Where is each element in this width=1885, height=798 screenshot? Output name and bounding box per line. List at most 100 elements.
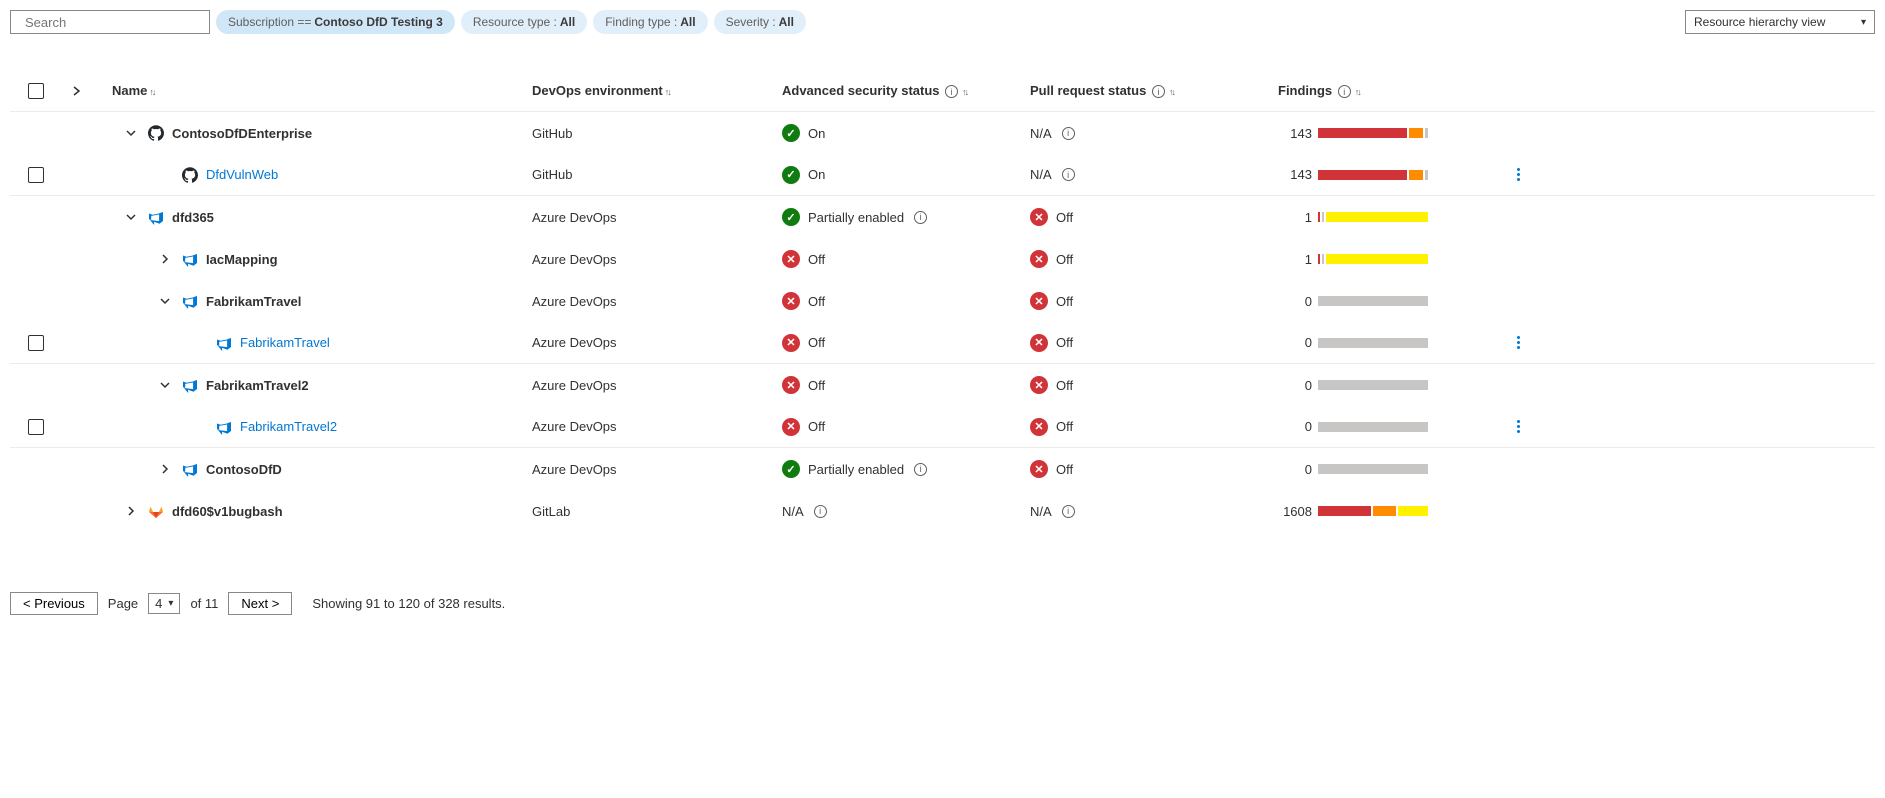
findings-count: 0 (1278, 294, 1312, 309)
sort-icon: ↑↓ (1355, 87, 1360, 97)
chevron-down-icon[interactable] (122, 124, 140, 142)
pagination-bar: < Previous Page 4 ▾ of 11 Next > Showing… (10, 582, 1875, 615)
chevron-right-icon[interactable] (156, 250, 174, 268)
more-menu-icon[interactable] (1510, 336, 1526, 349)
ado-icon (182, 251, 198, 267)
status-text: N/A (1030, 504, 1052, 519)
status-text: Partially enabled (808, 210, 904, 225)
view-selector[interactable]: Resource hierarchy view ▾ (1685, 10, 1875, 34)
more-menu-icon[interactable] (1510, 168, 1526, 181)
ado-icon (182, 461, 198, 477)
findings-count: 1 (1278, 210, 1312, 225)
info-icon[interactable]: i (945, 85, 958, 98)
resource-name: IacMapping (206, 252, 278, 267)
chevron-down-icon[interactable] (156, 376, 174, 394)
search-input[interactable] (23, 14, 203, 31)
check-icon: ✓ (782, 124, 800, 142)
env-text: Azure DevOps (532, 378, 617, 393)
env-text: GitHub (532, 126, 572, 141)
env-text: Azure DevOps (532, 335, 617, 350)
prev-button[interactable]: < Previous (10, 592, 98, 615)
col-label: Advanced security status (782, 83, 940, 98)
info-icon[interactable]: i (1062, 127, 1075, 140)
x-icon: ✕ (1030, 376, 1048, 394)
col-header-advanced-security[interactable]: Advanced security status i↑↓ (782, 83, 1030, 99)
findings-count: 0 (1278, 378, 1312, 393)
resource-name: FabrikamTravel (206, 294, 301, 309)
chevron-right-icon[interactable] (122, 502, 140, 520)
filter-finding-type[interactable]: Finding type : All (593, 10, 707, 34)
col-header-findings[interactable]: Findings i↑↓ (1278, 83, 1498, 99)
filter-label: Severity : (726, 15, 776, 29)
env-text: Azure DevOps (532, 210, 617, 225)
findings-bar (1318, 464, 1428, 474)
x-icon: ✕ (782, 376, 800, 394)
resource-name[interactable]: FabrikamTravel2 (240, 419, 337, 434)
filter-subscription[interactable]: Subscription == Contoso DfD Testing 3 (216, 10, 455, 34)
status-text: Off (808, 294, 825, 309)
col-header-pull-request[interactable]: Pull request status i↑↓ (1030, 83, 1278, 99)
page-of-label: of 11 (190, 596, 218, 611)
info-icon[interactable]: i (914, 211, 927, 224)
findings-bar (1318, 506, 1428, 516)
filter-bar: Subscription == Contoso DfD Testing 3 Re… (10, 10, 1875, 40)
x-icon: ✕ (1030, 418, 1048, 436)
search-box[interactable] (10, 10, 210, 34)
env-text: Azure DevOps (532, 419, 617, 434)
env-text: Azure DevOps (532, 462, 617, 477)
more-menu-icon[interactable] (1510, 420, 1526, 433)
row-checkbox[interactable] (28, 335, 44, 351)
row-checkbox[interactable] (28, 167, 44, 183)
info-icon[interactable]: i (1338, 85, 1351, 98)
info-icon[interactable]: i (814, 505, 827, 518)
status-text: Partially enabled (808, 462, 904, 477)
filter-severity[interactable]: Severity : All (714, 10, 806, 34)
table-row: FabrikamTravelAzure DevOps✕Off✕Off0 (10, 322, 1875, 364)
resource-name[interactable]: DfdVulnWeb (206, 167, 278, 182)
findings-count: 0 (1278, 419, 1312, 434)
env-text: Azure DevOps (532, 252, 617, 267)
table-row: ContosoDfDEnterpriseGitHub✓OnN/A i143 (10, 112, 1875, 154)
expand-all-icon[interactable] (68, 82, 86, 100)
view-selector-label: Resource hierarchy view (1694, 15, 1825, 29)
col-label: Pull request status (1030, 83, 1146, 98)
col-label: Name (112, 83, 147, 98)
info-icon[interactable]: i (914, 463, 927, 476)
page-select[interactable]: 4 ▾ (148, 593, 180, 614)
ado-icon (216, 335, 232, 351)
select-all-checkbox[interactable] (28, 83, 44, 99)
findings-bar (1318, 422, 1428, 432)
info-icon[interactable]: i (1062, 505, 1075, 518)
findings-count: 143 (1278, 126, 1312, 141)
status-text: Off (1056, 419, 1073, 434)
ado-icon (182, 377, 198, 393)
x-icon: ✕ (1030, 208, 1048, 226)
info-icon[interactable]: i (1062, 168, 1075, 181)
findings-count: 143 (1278, 167, 1312, 182)
findings-count: 1 (1278, 252, 1312, 267)
ado-icon (148, 209, 164, 225)
findings-count: 0 (1278, 335, 1312, 350)
resource-name[interactable]: FabrikamTravel (240, 335, 330, 350)
info-icon[interactable]: i (1152, 85, 1165, 98)
results-count: Showing 91 to 120 of 328 results. (312, 596, 505, 611)
row-checkbox[interactable] (28, 419, 44, 435)
findings-bar (1318, 380, 1428, 390)
check-icon: ✓ (782, 208, 800, 226)
col-header-env[interactable]: DevOps environment↑↓ (532, 83, 782, 98)
filter-resource-type[interactable]: Resource type : All (461, 10, 587, 34)
next-button[interactable]: Next > (228, 592, 292, 615)
col-header-name[interactable]: Name↑↓ (92, 83, 532, 98)
status-text: On (808, 167, 825, 182)
x-icon: ✕ (1030, 292, 1048, 310)
status-text: Off (808, 419, 825, 434)
status-text: Off (1056, 294, 1073, 309)
chevron-down-icon[interactable] (122, 208, 140, 226)
chevron-down-icon[interactable] (156, 292, 174, 310)
chevron-right-icon[interactable] (156, 460, 174, 478)
status-text: Off (1056, 252, 1073, 267)
findings-bar (1318, 212, 1428, 222)
github-icon (182, 167, 198, 183)
gitlab-icon (148, 503, 164, 519)
findings-bar (1318, 254, 1428, 264)
